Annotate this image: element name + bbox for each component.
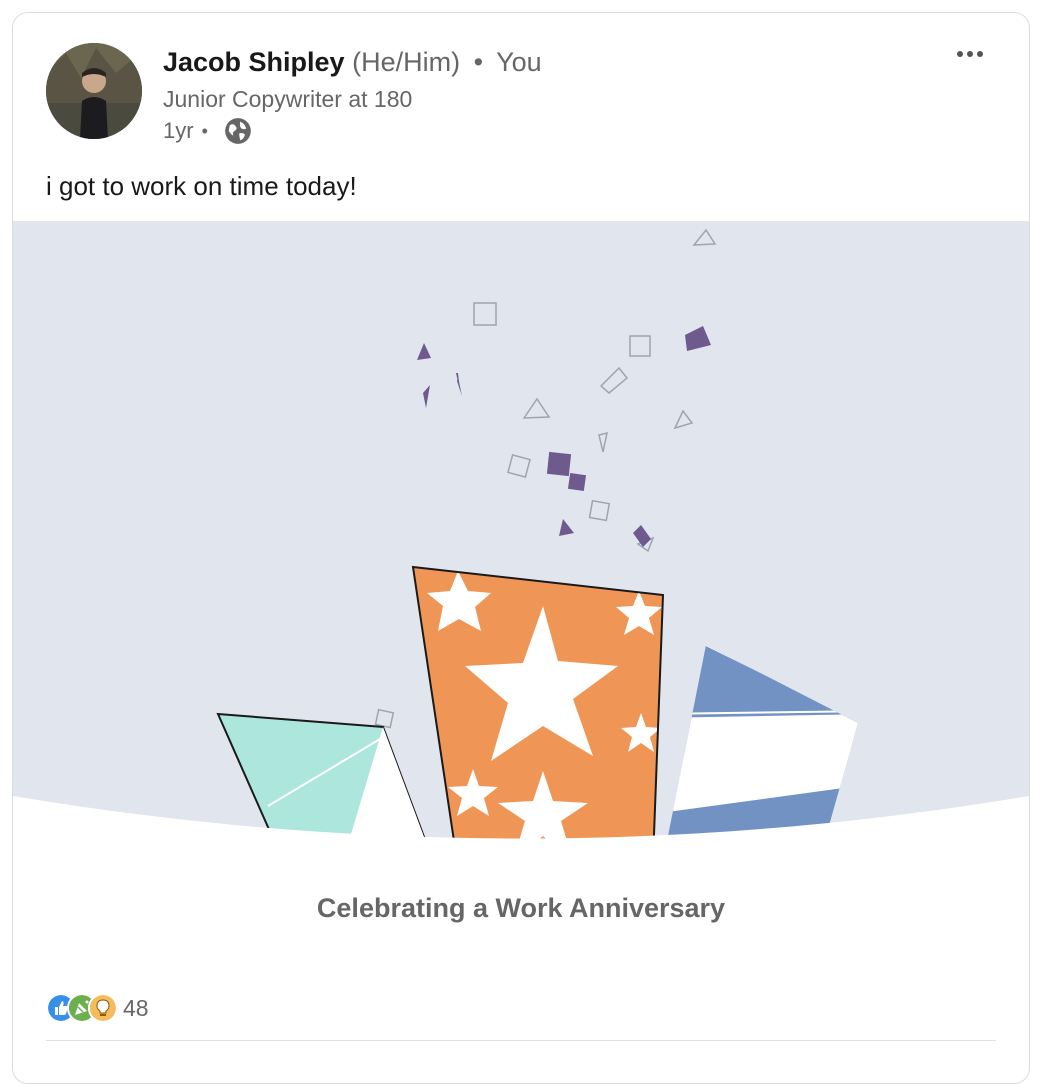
insightful-icon — [88, 993, 118, 1023]
post-text: i got to work on time today! — [46, 171, 357, 201]
anniversary-illustration — [13, 221, 1029, 841]
name-separator: • — [473, 47, 484, 77]
author-line: Jacob Shipley (He/Him) • You — [163, 47, 542, 78]
divider — [46, 1040, 996, 1041]
reactions-summary[interactable]: 48 — [46, 993, 149, 1023]
author-name[interactable]: Jacob Shipley — [163, 47, 345, 77]
post-card: Jacob Shipley (He/Him) • You Junior Copy… — [12, 12, 1030, 1084]
post-time[interactable]: 1yr — [163, 118, 194, 144]
author-headline: Junior Copywriter at 180 — [163, 86, 413, 112]
reaction-count[interactable]: 48 — [123, 995, 149, 1022]
author-avatar[interactable] — [46, 43, 142, 139]
relation-label: You — [496, 47, 542, 77]
more-options-icon[interactable] — [955, 47, 985, 61]
post-meta: 1yr • — [163, 117, 252, 145]
meta-dot: • — [201, 120, 208, 141]
anniversary-caption: Celebrating a Work Anniversary — [316, 893, 726, 923]
globe-icon — [225, 118, 251, 144]
author-pronouns: (He/Him) — [352, 47, 461, 77]
